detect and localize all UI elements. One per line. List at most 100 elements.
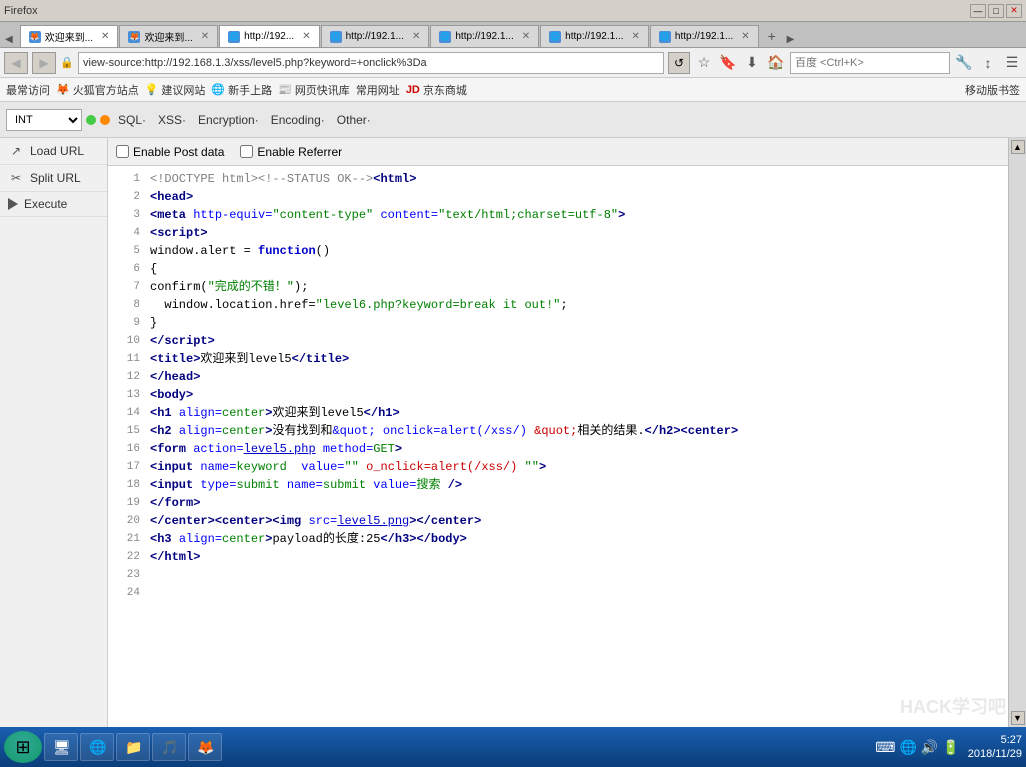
code-line: 10</script>: [108, 332, 1008, 350]
minimize-button[interactable]: —: [970, 4, 986, 18]
mobile-bookmarks[interactable]: 移动版书签: [965, 82, 1020, 98]
code-content: <head>: [150, 188, 1004, 206]
scroll-up-button[interactable]: ▲: [1011, 140, 1025, 154]
sql-menu[interactable]: SQL·: [114, 111, 150, 129]
tab-close-1[interactable]: ✕: [201, 31, 209, 42]
forward-button[interactable]: ▶: [32, 52, 56, 74]
download-icon[interactable]: ⬇: [742, 53, 762, 73]
line-number: 4: [112, 224, 140, 242]
taskbar-app-0[interactable]: 🖥: [44, 733, 78, 761]
encoding-menu[interactable]: Encoding·: [267, 111, 329, 129]
enable-post-checkbox[interactable]: [116, 145, 129, 158]
code-content: </script>: [150, 332, 1004, 350]
new-tab-button[interactable]: +: [762, 25, 782, 47]
code-line: 13<body>: [108, 386, 1008, 404]
date-display: 2018/11/29: [968, 747, 1022, 761]
time-display: 5:27: [968, 733, 1022, 747]
xss-menu[interactable]: XSS·: [154, 111, 190, 129]
bookmark-most-visited[interactable]: 最常访问: [6, 82, 50, 98]
title-bar: Firefox — □ ✕: [0, 0, 1026, 22]
tab-4[interactable]: 🌐 http://192.1... ✕: [430, 25, 539, 47]
tab-bar: ◀ 🦊 欢迎来到... ✕ 🦊 欢迎来到... ✕ 🌐 http://192..…: [0, 22, 1026, 48]
line-number: 14: [112, 404, 140, 422]
sidebar: ↗ Load URL ✂ Split URL Execute: [0, 138, 108, 727]
split-url-icon: ✂: [8, 170, 24, 186]
bookmark-newbie[interactable]: 🌐 新手上路: [211, 82, 272, 98]
tab-favicon-5: 🌐: [549, 31, 561, 43]
code-line: 15<h2 align=center>没有找到和&quot; onclick=a…: [108, 422, 1008, 440]
load-url-label: Load URL: [30, 144, 84, 158]
tab-favicon-4: 🌐: [439, 31, 451, 43]
menu-icon[interactable]: ☰: [1002, 53, 1022, 73]
start-button[interactable]: ⊞: [4, 731, 42, 763]
encryption-menu[interactable]: Encryption·: [194, 111, 263, 129]
execute-button[interactable]: Execute: [0, 192, 107, 217]
code-content: </html>: [150, 548, 1004, 566]
line-number: 11: [112, 350, 140, 368]
taskbar-app-3[interactable]: 🎵: [152, 733, 186, 761]
bookmark-jd[interactable]: JD 京东商城: [406, 82, 467, 98]
tab-label-5: http://192.1...: [565, 31, 623, 42]
bookmark-firefox-official[interactable]: 🦊 火狐官方站点: [56, 82, 139, 98]
tab-prev-button[interactable]: ◀: [2, 32, 16, 47]
tab-close-0[interactable]: ✕: [101, 31, 109, 42]
tab-2[interactable]: 🌐 http://192... ✕: [219, 25, 319, 47]
bookmark-suggest[interactable]: 💡 建议网站: [145, 82, 206, 98]
code-content: <form action=level5.php method=GET>: [150, 440, 1004, 458]
tab-close-4[interactable]: ✕: [522, 31, 530, 42]
restore-button[interactable]: □: [988, 4, 1004, 18]
taskbar-app-1[interactable]: 🌐: [80, 733, 114, 761]
close-button[interactable]: ✕: [1006, 4, 1022, 18]
bookmark-star-icon[interactable]: ☆: [694, 53, 714, 73]
home-icon[interactable]: 🏠: [766, 53, 786, 73]
sync-icon[interactable]: ↕: [978, 53, 998, 73]
tab-favicon-0: 🦊: [29, 31, 41, 43]
bookmark-suggest-label: 建议网站: [161, 82, 205, 98]
taskbar-app-2[interactable]: 📁: [116, 733, 150, 761]
bookmark-newbie-icon: 🌐: [211, 83, 225, 96]
scrollbar[interactable]: ▲ ▼: [1008, 138, 1026, 727]
load-url-button[interactable]: ↗ Load URL: [0, 138, 107, 165]
back-button[interactable]: ◀: [4, 52, 28, 74]
code-content: <body>: [150, 386, 1004, 404]
tab-0[interactable]: 🦊 欢迎来到... ✕: [20, 25, 119, 47]
tab-3[interactable]: 🌐 http://192.1... ✕: [321, 25, 430, 47]
tab-1[interactable]: 🦊 欢迎来到... ✕: [119, 25, 218, 47]
tab-next-button[interactable]: ▶: [784, 32, 798, 47]
search-input[interactable]: [790, 52, 950, 74]
enable-referrer-label[interactable]: Enable Referrer: [240, 145, 342, 159]
other-menu[interactable]: Other·: [333, 111, 375, 129]
code-content: }: [150, 314, 1004, 332]
enable-referrer-checkbox[interactable]: [240, 145, 253, 158]
code-line: 19</form>: [108, 494, 1008, 512]
code-content: confirm("完成的不错！");: [150, 278, 1004, 296]
refresh-button[interactable]: ↺: [668, 52, 690, 74]
line-number: 2: [112, 188, 140, 206]
enable-post-label[interactable]: Enable Post data: [116, 145, 224, 159]
scroll-down-button[interactable]: ▼: [1011, 711, 1025, 725]
dev-tools-icon[interactable]: 🔧: [954, 53, 974, 73]
bookmark-news[interactable]: 📰 网页快讯库: [278, 82, 350, 98]
tab-close-2[interactable]: ✕: [302, 31, 310, 42]
bookmark-newbie-label: 新手上路: [228, 82, 272, 98]
code-line: 9}: [108, 314, 1008, 332]
load-url-icon: ↗: [8, 143, 24, 159]
tab-close-3[interactable]: ✕: [412, 31, 420, 42]
url-input[interactable]: [78, 52, 664, 74]
enable-referrer-text: Enable Referrer: [257, 145, 342, 159]
tab-6[interactable]: 🌐 http://192.1... ✕: [650, 25, 759, 47]
bookmark-common[interactable]: 常用网址: [356, 82, 400, 98]
tab-close-5[interactable]: ✕: [632, 31, 640, 42]
taskbar-icon-3: 🎵: [161, 739, 177, 755]
tab-close-6[interactable]: ✕: [741, 31, 749, 42]
tab-5[interactable]: 🌐 http://192.1... ✕: [540, 25, 649, 47]
taskbar-app-4[interactable]: 🦊: [188, 733, 222, 761]
split-url-button[interactable]: ✂ Split URL: [0, 165, 107, 192]
int-select[interactable]: INT STR SEARCH: [6, 109, 82, 131]
code-content: <h1 align=center>欢迎来到level5</h1>: [150, 404, 1004, 422]
bookmark-manage-icon[interactable]: 🔖: [718, 53, 738, 73]
bookmark-suggest-icon: 💡: [145, 83, 159, 96]
taskbar: ⊞ 🖥 🌐 📁 🎵 🦊 ⌨ 🌐 🔊 🔋 5:27 2018/11/29: [0, 727, 1026, 767]
code-content: {: [150, 260, 1004, 278]
code-content: <h3 align=center>payload的长度:25</h3></bod…: [150, 530, 1004, 548]
